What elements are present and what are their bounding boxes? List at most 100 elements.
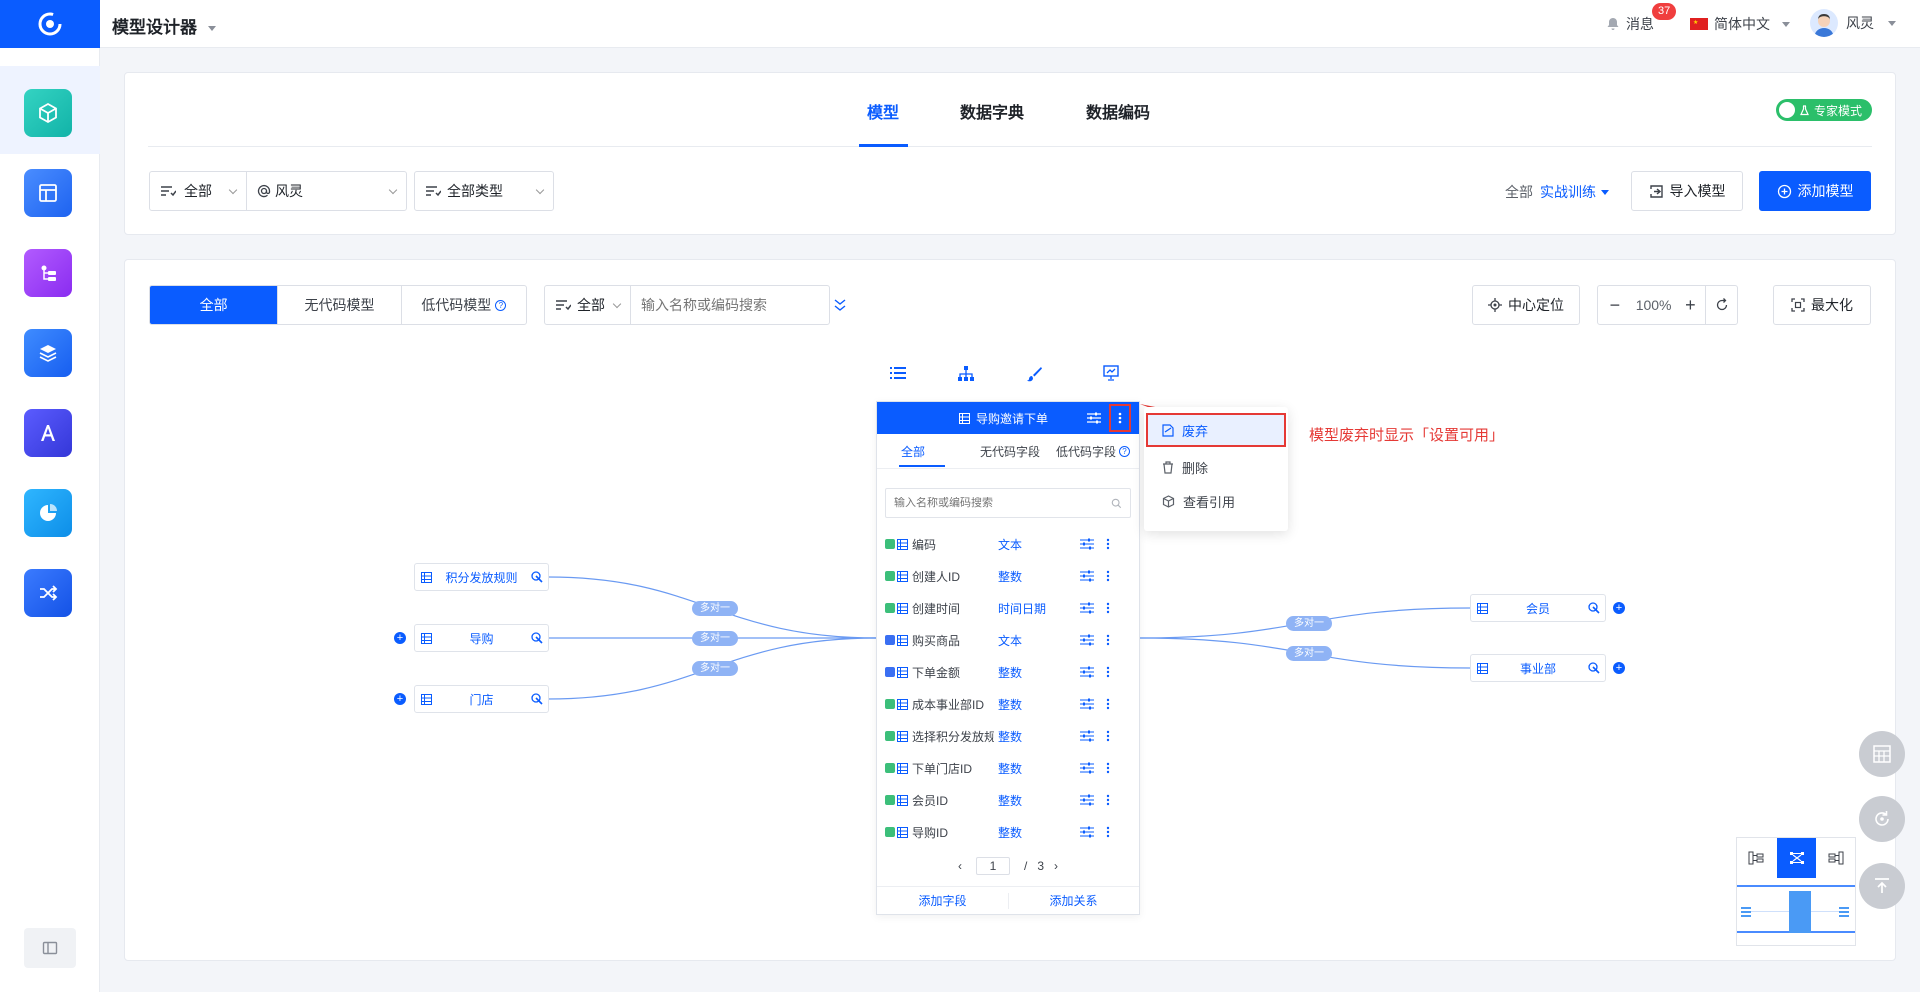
relation-label[interactable]: 多对一: [692, 631, 738, 646]
node-points-rule[interactable]: 积分发放规则: [414, 563, 549, 591]
table-icon: [421, 571, 432, 583]
field-type: 整数: [998, 793, 1023, 808]
menu-item-deprecate[interactable]: 废弃: [1146, 413, 1286, 447]
add-field-button[interactable]: 添加字段: [877, 887, 1008, 915]
add-relation-button[interactable]: 添加关系: [1008, 887, 1139, 915]
hierarchy-view-button[interactable]: [958, 366, 974, 385]
brush-icon: [1027, 367, 1042, 382]
node-guide[interactable]: 导购: [414, 624, 549, 652]
node-business-unit[interactable]: 事业部: [1470, 654, 1606, 682]
field-settings-icon[interactable]: [1080, 538, 1094, 550]
settings-sliders-icon[interactable]: [1087, 412, 1101, 424]
locate-model-icon[interactable]: [531, 632, 543, 644]
field-pagination: ‹ 1 / 3 ›: [877, 852, 1139, 880]
field-settings-icon[interactable]: [1080, 762, 1094, 774]
more-vertical-icon[interactable]: [1106, 730, 1110, 742]
field-row[interactable]: 成本事业部ID 整数: [877, 688, 1141, 720]
field-name: 选择积分发放规: [912, 729, 994, 744]
table-icon: [897, 698, 908, 710]
field-row[interactable]: 购买商品 文本: [877, 624, 1141, 656]
layout-left-button[interactable]: [1737, 838, 1775, 878]
field-type: 整数: [998, 761, 1023, 776]
locate-model-icon[interactable]: [1588, 662, 1600, 674]
field-row[interactable]: 会员ID 整数: [877, 784, 1141, 816]
node-label: 积分发放规则: [445, 570, 518, 585]
prev-page-button[interactable]: ‹: [958, 859, 962, 873]
field-settings-icon[interactable]: [1080, 826, 1094, 838]
node-label: 导购: [469, 631, 494, 646]
minimap-link: [1811, 911, 1839, 912]
more-vertical-icon[interactable]: [1106, 634, 1110, 646]
more-actions-button[interactable]: [1109, 404, 1131, 432]
expand-node-button[interactable]: +: [1613, 602, 1625, 614]
field-settings-icon[interactable]: [1080, 634, 1094, 646]
search-icon[interactable]: [1111, 498, 1122, 509]
table-icon: [897, 794, 908, 806]
field-settings-icon[interactable]: [1080, 666, 1094, 678]
locate-model-icon[interactable]: [531, 693, 543, 705]
expand-node-button[interactable]: +: [1613, 662, 1625, 674]
locate-model-icon[interactable]: [1588, 602, 1600, 614]
expand-node-button[interactable]: +: [394, 632, 406, 644]
field-settings-icon[interactable]: [1080, 570, 1094, 582]
history-float-button[interactable]: [1859, 796, 1905, 842]
main-model-header[interactable]: 导购邀请下单: [877, 402, 1139, 434]
menu-item-label: 删除: [1182, 460, 1209, 476]
field-settings-icon[interactable]: [1080, 794, 1094, 806]
field-tab-all[interactable]: 全部: [901, 443, 925, 460]
more-vertical-icon[interactable]: [1106, 602, 1110, 614]
history-icon: [1875, 811, 1889, 826]
relation-label[interactable]: 多对一: [1286, 616, 1332, 631]
more-vertical-icon[interactable]: [1106, 538, 1110, 550]
calculator-float-button[interactable]: [1859, 731, 1905, 777]
field-type: 整数: [998, 569, 1023, 584]
more-vertical-icon[interactable]: [1106, 762, 1110, 774]
expand-node-button[interactable]: +: [394, 693, 406, 705]
node-store[interactable]: 门店: [414, 685, 549, 713]
menu-item-delete[interactable]: 删除: [1146, 452, 1286, 482]
table-icon: [897, 762, 908, 774]
more-vertical-icon[interactable]: [1106, 570, 1110, 582]
locate-model-icon[interactable]: [531, 571, 543, 583]
next-page-button[interactable]: ›: [1054, 859, 1058, 873]
field-row[interactable]: 下单门店ID 整数: [877, 752, 1141, 784]
hierarchy-icon: [958, 366, 974, 381]
node-member[interactable]: 会员: [1470, 594, 1606, 622]
field-row[interactable]: 下单金额 整数: [877, 656, 1141, 688]
presentation-button[interactable]: [1103, 365, 1119, 384]
style-button[interactable]: [1026, 366, 1042, 385]
field-kind-icon: [885, 603, 895, 613]
field-row[interactable]: 创建时间 时间日期: [877, 592, 1141, 624]
relation-label[interactable]: 多对一: [1286, 646, 1332, 661]
table-icon: [1477, 602, 1488, 614]
field-type: 整数: [998, 665, 1023, 680]
page-input[interactable]: 1: [975, 857, 1010, 875]
field-row[interactable]: 选择积分发放规 整数: [877, 720, 1141, 752]
field-search-input[interactable]: [894, 497, 1111, 509]
field-settings-icon[interactable]: [1080, 730, 1094, 742]
help-icon[interactable]: ?: [1119, 446, 1131, 457]
field-settings-icon[interactable]: [1080, 602, 1094, 614]
menu-item-view-references[interactable]: 查看引用: [1146, 486, 1286, 516]
field-settings-icon[interactable]: [1080, 698, 1094, 710]
more-vertical-icon[interactable]: [1106, 698, 1110, 710]
relation-label[interactable]: 多对一: [692, 601, 738, 616]
layout-network-button[interactable]: [1777, 838, 1816, 878]
field-tab-low-code[interactable]: 低代码字段 ?: [1056, 443, 1131, 460]
more-vertical-icon[interactable]: [1106, 826, 1110, 838]
back-to-top-button[interactable]: [1859, 863, 1905, 909]
field-row[interactable]: 编码 文本: [877, 528, 1141, 560]
list-view-button[interactable]: [890, 366, 906, 383]
minimap-left-nodes: [1741, 907, 1751, 909]
table-icon: [897, 634, 908, 646]
field-type: 时间日期: [998, 601, 1047, 616]
more-vertical-icon[interactable]: [1106, 666, 1110, 678]
more-vertical-icon[interactable]: [1106, 794, 1110, 806]
field-name: 下单门店ID: [912, 761, 973, 776]
field-tab-no-code[interactable]: 无代码字段: [980, 443, 1040, 460]
field-row[interactable]: 导购ID 整数: [877, 816, 1141, 848]
layout-right-button[interactable]: [1817, 838, 1855, 878]
relation-label[interactable]: 多对一: [692, 661, 738, 676]
minimap-viewport[interactable]: [1737, 885, 1855, 933]
field-row[interactable]: 创建人ID 整数: [877, 560, 1141, 592]
